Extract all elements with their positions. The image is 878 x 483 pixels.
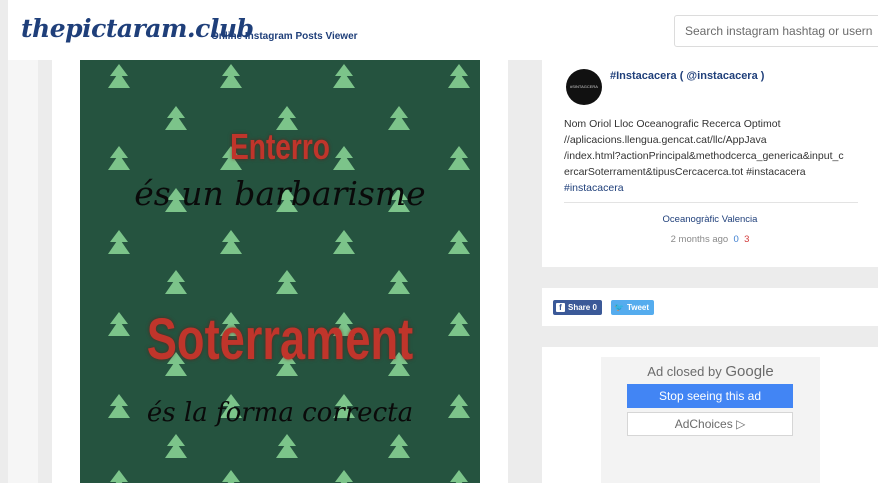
left-gutter xyxy=(8,60,38,483)
caption-line: /index.html?actionPrincipal&methodcerca_… xyxy=(564,150,844,162)
image-text-soterrament: Soterrament xyxy=(146,307,414,372)
tweet-button[interactable]: 🐦 Tweet xyxy=(611,300,655,315)
tree-icon xyxy=(220,64,242,88)
caption-line: ercarSoterrament&tipusCercacerca.tot #in… xyxy=(564,166,806,178)
image-text-correcta: és la forma correcta xyxy=(146,398,414,428)
google-wordmark: Google xyxy=(725,363,774,380)
post-username[interactable]: #Instacacera ( @instacacera ) xyxy=(610,70,764,82)
tweet-label: Tweet xyxy=(626,303,650,312)
tree-icon xyxy=(335,470,353,483)
tree-icon xyxy=(448,312,470,336)
tree-icon xyxy=(388,434,410,458)
facebook-share-button[interactable]: f Share 0 xyxy=(553,300,602,315)
tree-icon xyxy=(165,434,187,458)
avatar-text: #SINTAGCERA xyxy=(570,84,598,89)
tree-icon xyxy=(165,270,187,294)
tree-icon xyxy=(276,270,298,294)
image-text-enterro: Enterro xyxy=(230,126,330,167)
post-likes-count: 0 xyxy=(733,234,739,245)
caption-line: Nom Oriol Lloc Oceanografic Recerca Opti… xyxy=(564,118,781,130)
site-tagline[interactable]: Online Instagram Posts Viewer xyxy=(211,31,358,42)
stop-seeing-ad-button[interactable]: Stop seeing this ad xyxy=(627,384,793,408)
facebook-icon: f xyxy=(556,303,565,312)
tree-icon xyxy=(448,230,470,254)
facebook-share-label: Share 0 xyxy=(568,303,597,312)
ad-closed-label: Ad closed by xyxy=(647,364,722,379)
post-image: Enterro és un barbarisme Soterrament és … xyxy=(80,60,480,483)
adchoices-button[interactable]: AdChoices ▷ xyxy=(627,412,793,436)
tree-icon xyxy=(222,470,240,483)
post-meta: 2 months ago 0 3 xyxy=(542,234,878,245)
image-text-barbarisme: és un barbarisme xyxy=(134,174,426,213)
post-location-link[interactable]: Oceanogràfic Valencia xyxy=(542,214,878,225)
tree-icon xyxy=(220,230,242,254)
tree-icon xyxy=(388,270,410,294)
post-caption: Nom Oriol Lloc Oceanografic Recerca Opti… xyxy=(564,116,860,196)
tree-icon xyxy=(450,470,468,483)
caption-line: //aplicacions.llengua.gencat.cat/llc/App… xyxy=(564,134,767,146)
tree-icon xyxy=(276,434,298,458)
tree-icon xyxy=(108,230,130,254)
post-time: 2 months ago xyxy=(670,234,729,245)
tree-icon xyxy=(108,64,130,88)
avatar[interactable]: #SINTAGCERA xyxy=(566,69,602,105)
tree-icon xyxy=(333,230,355,254)
twitter-bird-icon: 🐦 xyxy=(614,303,624,312)
tree-icon xyxy=(448,64,470,88)
post-divider xyxy=(564,202,858,203)
tree-icon xyxy=(333,64,355,88)
ad-closed-text: Ad closed by Google xyxy=(601,363,820,380)
tree-icon xyxy=(448,146,470,170)
post-comments-count: 3 xyxy=(744,234,750,245)
search-input[interactable] xyxy=(674,15,878,47)
tree-icon xyxy=(110,470,128,483)
caption-hashtag-link[interactable]: #instacacera xyxy=(564,180,860,196)
